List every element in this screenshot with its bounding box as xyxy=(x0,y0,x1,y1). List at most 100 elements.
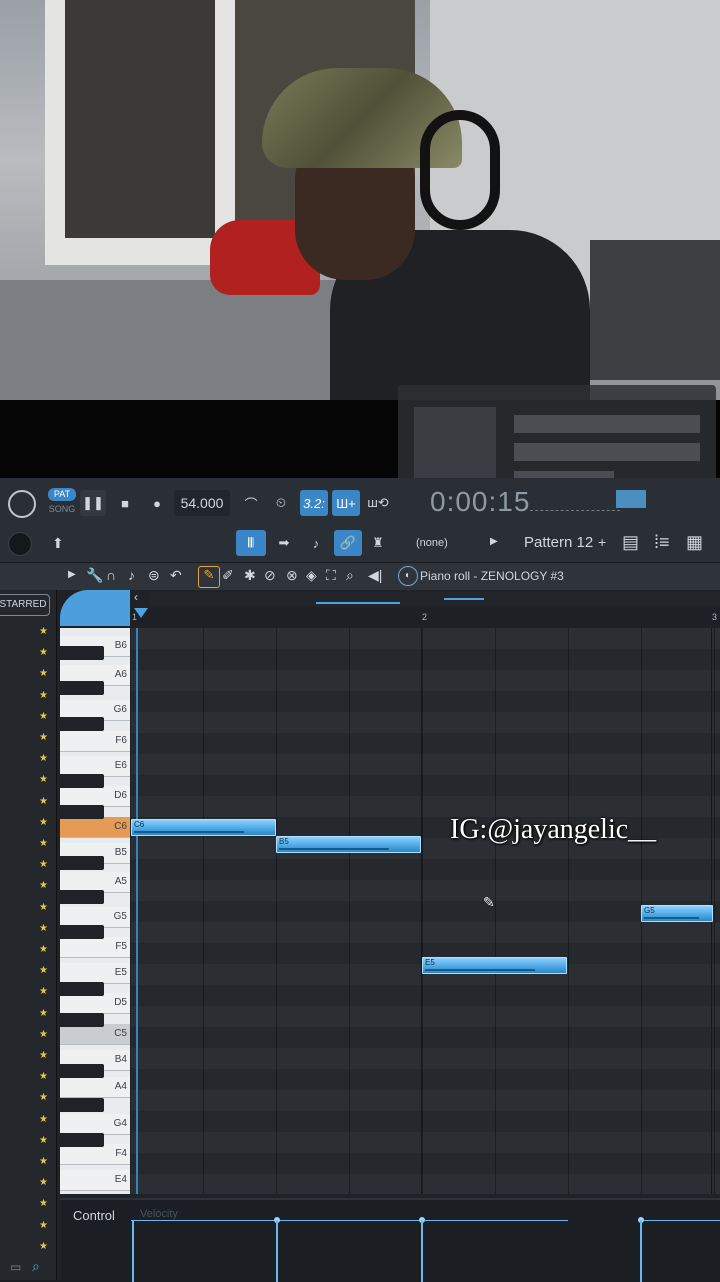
black-key[interactable] xyxy=(60,681,104,695)
list-icon[interactable]: ⊜ xyxy=(148,567,160,584)
note-c6[interactable]: C6 xyxy=(131,819,276,836)
loop-record-icon[interactable]: ш⟲ xyxy=(364,490,392,516)
star-icon[interactable]: ★ xyxy=(39,1220,48,1231)
master-knob[interactable] xyxy=(8,490,36,518)
star-icon[interactable]: ★ xyxy=(39,923,48,934)
piano-key-f5[interactable]: F5 xyxy=(60,937,130,958)
star-icon[interactable]: ★ xyxy=(39,690,48,701)
pin-icon[interactable]: ⬆ xyxy=(52,535,64,552)
scroll-left-icon[interactable]: ‹ xyxy=(134,590,138,604)
star-icon[interactable]: ★ xyxy=(39,1114,48,1125)
time-display[interactable]: 0:00:15 xyxy=(430,486,530,518)
star-icon[interactable]: ★ xyxy=(39,838,48,849)
stop-button[interactable]: ■ xyxy=(112,490,138,516)
velocity-stem[interactable] xyxy=(276,1220,278,1282)
wrench-icon[interactable]: 🔧 xyxy=(86,567,103,584)
playlist-icon[interactable]: ▤ xyxy=(622,532,639,553)
play-arrow-icon[interactable]: ▶ xyxy=(490,536,498,547)
metronome-icon[interactable]: ⌒ xyxy=(238,490,264,516)
wait-record-icon[interactable]: ⏲ xyxy=(268,490,294,516)
control-target[interactable]: Velocity xyxy=(140,1208,178,1220)
horizontal-scrollbar[interactable] xyxy=(150,592,720,606)
star-icon[interactable]: ★ xyxy=(39,902,48,913)
black-key[interactable] xyxy=(60,805,104,819)
mute-tool-icon[interactable]: ⊘ xyxy=(264,567,276,584)
link-icon[interactable]: 🔗 xyxy=(334,530,362,556)
step-edit-icon[interactable]: Ш+ xyxy=(332,490,360,516)
star-icon[interactable]: ★ xyxy=(39,1198,48,1209)
piano-key-c6[interactable]: C6 xyxy=(60,817,130,838)
piano-roll-toggle-icon[interactable]: 𝄃𝄃 xyxy=(236,530,266,556)
black-key[interactable] xyxy=(60,982,104,996)
star-icon[interactable]: ★ xyxy=(39,711,48,722)
note-icon[interactable]: ♪ xyxy=(128,567,135,583)
control-lane[interactable]: Control Velocity xyxy=(60,1198,720,1282)
snap-button[interactable]: 3.2: xyxy=(300,490,328,516)
velocity-stem[interactable] xyxy=(640,1220,642,1282)
magnet-icon[interactable]: ∩ xyxy=(106,567,116,583)
star-icon[interactable]: ★ xyxy=(39,1177,48,1188)
piano-key-d5[interactable]: D5 xyxy=(60,993,130,1014)
select-tool-icon[interactable]: ⛶ xyxy=(326,567,336,584)
star-icon[interactable]: ★ xyxy=(39,753,48,764)
black-key[interactable] xyxy=(60,1133,104,1147)
pause-button[interactable]: ❚❚ xyxy=(80,490,106,516)
star-icon[interactable]: ★ xyxy=(39,647,48,658)
star-icon[interactable]: ★ xyxy=(39,859,48,870)
black-key[interactable] xyxy=(60,1013,104,1027)
delete-tool-icon[interactable]: ✱ xyxy=(244,567,256,584)
star-icon[interactable]: ★ xyxy=(39,1135,48,1146)
menu-arrow-icon[interactable]: ▶ xyxy=(68,569,76,580)
record-button[interactable]: ● xyxy=(144,490,170,516)
black-key[interactable] xyxy=(60,890,104,904)
search-icon[interactable]: ⌕ xyxy=(32,1258,40,1275)
star-icon[interactable]: ★ xyxy=(39,774,48,785)
note-e5[interactable]: E5 xyxy=(422,957,567,974)
star-icon[interactable]: ★ xyxy=(39,626,48,637)
stamp-icon[interactable]: ♜ xyxy=(366,530,390,556)
piano-keyboard[interactable]: B6 A6 G6 F6 E6 D6 C6 B5 A5 G5 F5 E5 D5 C5 B4 A4 G4 F4 E4 xyxy=(60,628,130,1194)
timeline-ruler[interactable]: 1 2 3 xyxy=(131,608,720,629)
channel-rack-icon[interactable]: ⁞≡ xyxy=(654,532,670,553)
piano-key-f6[interactable]: F6 xyxy=(60,731,130,752)
black-key[interactable] xyxy=(60,774,104,788)
black-key[interactable] xyxy=(60,1098,104,1112)
piano-key-f4[interactable]: F4 xyxy=(60,1144,130,1165)
piano-key-a4[interactable]: A4 xyxy=(60,1077,130,1098)
star-icon[interactable]: ★ xyxy=(39,817,48,828)
velocity-stem[interactable] xyxy=(132,1220,134,1282)
star-icon[interactable]: ★ xyxy=(39,986,48,997)
star-icon[interactable]: ★ xyxy=(39,1008,48,1019)
zoom-tool-icon[interactable]: ⌕ xyxy=(346,567,354,584)
control-label[interactable]: Control xyxy=(73,1208,115,1223)
note-b5[interactable]: B5 xyxy=(276,836,421,853)
piano-key-c5[interactable]: C5 xyxy=(60,1024,130,1045)
slip-tool-icon[interactable]: ◈ xyxy=(306,567,317,584)
piano-key-e5[interactable]: E5 xyxy=(60,963,130,984)
pitch-knob[interactable] xyxy=(8,532,32,556)
folder-icon[interactable]: ▭ xyxy=(10,1260,21,1274)
note-g5[interactable]: G5 xyxy=(641,905,713,922)
starred-tab[interactable]: STARRED xyxy=(0,594,50,616)
tempo-display[interactable]: 54.000 xyxy=(174,490,230,516)
star-icon[interactable]: ★ xyxy=(39,668,48,679)
note-grid[interactable]: C6 B5 G5 E5 ✎ xyxy=(131,628,720,1194)
star-icon[interactable]: ★ xyxy=(39,1050,48,1061)
black-key[interactable] xyxy=(60,1064,104,1078)
piano-key-d6[interactable]: D6 xyxy=(60,786,130,807)
velocity-stem[interactable] xyxy=(421,1220,423,1282)
star-icon[interactable]: ★ xyxy=(39,796,48,807)
star-icon[interactable]: ★ xyxy=(39,1156,48,1167)
piano-key-g4[interactable]: G4 xyxy=(60,1114,130,1135)
black-key[interactable] xyxy=(60,856,104,870)
black-key[interactable] xyxy=(60,925,104,939)
star-icon[interactable]: ★ xyxy=(39,944,48,955)
mixer-icon[interactable]: ▦ xyxy=(686,532,703,553)
undo-icon[interactable]: ↶ xyxy=(170,567,182,584)
star-icon[interactable]: ★ xyxy=(39,1029,48,1040)
brush-tool-icon[interactable]: ✐ xyxy=(222,567,234,584)
star-icon[interactable]: ★ xyxy=(39,1092,48,1103)
channel-selector[interactable]: (none) xyxy=(416,537,448,549)
brush-icon[interactable]: ♪ xyxy=(302,530,330,556)
piano-key-e4[interactable]: E4 xyxy=(60,1170,130,1191)
